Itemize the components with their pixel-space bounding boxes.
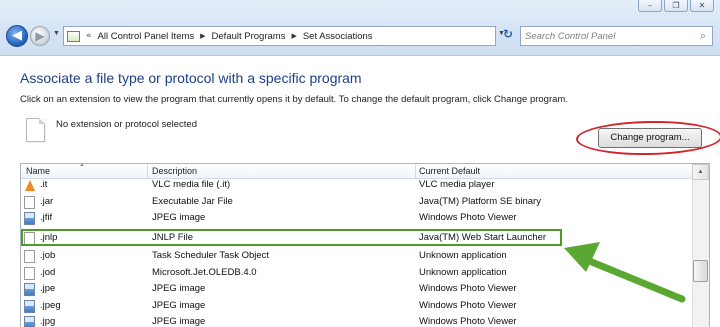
extension-description: Microsoft.Jet.OLEDB.4.0: [152, 266, 257, 278]
jar-file-icon: [24, 195, 35, 209]
close-button[interactable]: ✕: [690, 0, 714, 12]
image-file-icon: [24, 283, 35, 296]
extension-description: Task Scheduler Task Object: [152, 250, 270, 261]
breadcrumb-set-associations[interactable]: Set Associations: [303, 31, 373, 42]
current-default-program: Windows Photo Viewer: [419, 283, 517, 294]
current-default-program: Java(TM) Platform SE binary: [419, 195, 541, 207]
green-highlight-box: [21, 229, 562, 246]
scrollbar-thumb[interactable]: [693, 260, 708, 282]
minimize-button[interactable]: –: [638, 0, 662, 12]
extension-description: JPEG image: [152, 283, 206, 294]
scroll-up-icon[interactable]: ▲: [692, 164, 709, 180]
list-item[interactable]: .jpg JPEG image Windows Photo Viewer: [21, 314, 693, 327]
column-header-current-default[interactable]: Current Default: [419, 166, 480, 176]
search-icon[interactable]: ⌕: [700, 29, 706, 43]
breadcrumb-default-programs[interactable]: Default Programs: [212, 31, 286, 42]
breadcrumb-all-control-panel-items[interactable]: All Control Panel Items: [98, 31, 195, 42]
image-file-icon: [24, 316, 35, 327]
page-title: Associate a file type or protocol with a…: [20, 70, 362, 86]
extension-name: .job: [40, 250, 56, 261]
extension-name: .jod: [40, 266, 56, 278]
extension-description: VLC media file (.it): [152, 179, 231, 190]
current-default-program: Unknown application: [419, 266, 507, 278]
current-default-program: VLC media player: [419, 179, 495, 190]
extension-description: JPEG image: [152, 299, 206, 311]
vlc-file-icon: [24, 179, 35, 192]
search-input[interactable]: [525, 28, 690, 44]
address-overflow-icon[interactable]: «: [86, 31, 92, 41]
column-header-description[interactable]: Description: [152, 166, 197, 176]
search-box[interactable]: ⌕: [520, 26, 713, 46]
blank-document-icon: [26, 118, 45, 142]
refresh-icon[interactable]: ↻: [503, 27, 513, 41]
extension-name: .jpg: [40, 316, 56, 327]
list-item[interactable]: .it VLC media file (.it) VLC media playe…: [21, 177, 693, 194]
extension-name: .it: [40, 179, 48, 190]
extension-description: JPEG image: [152, 316, 206, 327]
back-button[interactable]: ◀: [6, 25, 28, 47]
image-file-icon: [24, 212, 35, 225]
sort-indicator-icon: ▲: [79, 163, 85, 168]
extension-name: .jpe: [40, 283, 56, 294]
selected-extension-label: No extension or protocol selected: [56, 119, 197, 130]
extension-description: Executable Jar File: [152, 195, 233, 207]
vertical-scrollbar[interactable]: ▲: [692, 164, 709, 327]
address-bar[interactable]: « All Control Panel Items ▶ Default Prog…: [63, 26, 496, 46]
current-default-program: Unknown application: [419, 250, 507, 261]
image-file-icon: [24, 299, 35, 313]
extension-name: .jfif: [40, 212, 53, 223]
current-default-program: Windows Photo Viewer: [419, 212, 517, 223]
generic-file-icon: [24, 266, 35, 280]
list-item[interactable]: .jar Executable Jar File Java(TM) Platfo…: [21, 194, 693, 211]
current-default-program: Windows Photo Viewer: [419, 299, 517, 311]
maximize-button[interactable]: ❐: [664, 0, 688, 12]
current-default-program: Windows Photo Viewer: [419, 316, 517, 327]
column-header-name[interactable]: Name: [26, 166, 50, 176]
list-item[interactable]: .jfif JPEG image Windows Photo Viewer: [21, 210, 693, 227]
generic-file-icon: [24, 250, 35, 263]
window-controls: – ❐ ✕: [638, 0, 714, 12]
breadcrumb-separator-icon[interactable]: ▶: [200, 32, 205, 40]
navigation-bar: – ❐ ✕ ◀ ▶ ▼ « All Control Panel Items ▶ …: [0, 0, 720, 56]
breadcrumb-separator-icon[interactable]: ▶: [291, 32, 296, 40]
extension-name: .jar: [40, 195, 54, 207]
red-annotation-ellipse: [575, 119, 720, 157]
forward-button[interactable]: ▶: [30, 26, 50, 46]
instructions-text: Click on an extension to view the progra…: [20, 94, 568, 105]
extension-description: JPEG image: [152, 212, 206, 223]
control-panel-icon: [67, 30, 80, 42]
green-arrow-annotation: [564, 242, 686, 303]
recent-pages-dropdown-icon[interactable]: ▼: [53, 30, 60, 37]
extension-name: .jpeg: [40, 299, 61, 311]
